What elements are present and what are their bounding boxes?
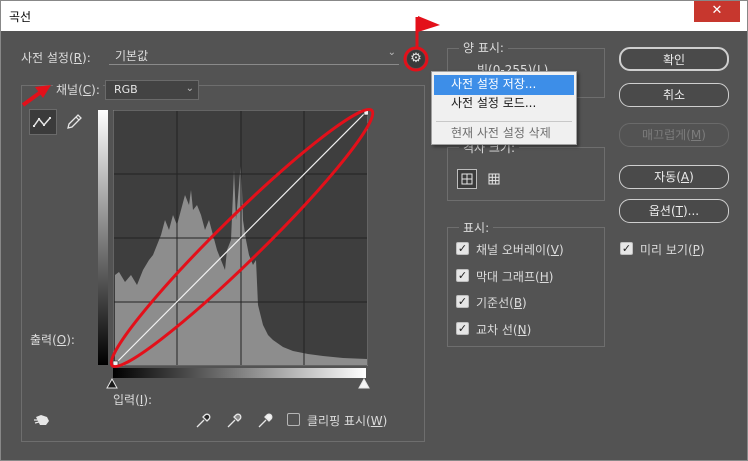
options-button[interactable]: 옵션(T)... (619, 199, 729, 223)
curve-point-tool-button[interactable] (29, 109, 57, 135)
menu-item-load-preset[interactable]: 사전 설정 로드... (434, 94, 574, 114)
smooth-button[interactable]: 매끄럽게(M) (619, 123, 729, 147)
black-eyedropper-icon[interactable] (193, 411, 215, 431)
output-gradient-bar (98, 110, 108, 365)
close-button[interactable]: ✕ (694, 1, 740, 22)
menu-separator (436, 121, 572, 122)
menu-item-delete-preset[interactable]: 현재 사전 설정 삭제 (434, 124, 574, 144)
pencil-icon (67, 114, 82, 129)
intersection-line-checkbox[interactable]: ✓ (456, 322, 469, 335)
ok-button[interactable]: 확인 (619, 47, 729, 71)
preset-select[interactable]: 기본값 ⌄ (109, 46, 399, 65)
title-bar[interactable]: 곡선 ✕ (1, 1, 747, 31)
baseline-checkbox[interactable]: ✓ (456, 295, 469, 308)
clipping-checkbox[interactable] (287, 413, 300, 426)
baseline-label: 기준선(B) (476, 296, 527, 310)
black-point-handle[interactable] (112, 360, 119, 367)
gray-eyedropper-icon[interactable] (224, 411, 246, 431)
pencil-tool-button[interactable] (61, 109, 89, 135)
curves-dialog: 곡선 ✕ 사전 설정(R): 기본값 ⌄ ⚙ 채널(C): RGB ⌄ 출력(O… (0, 0, 748, 461)
intersection-line-label: 교차 선(N) (476, 323, 532, 337)
white-slider-icon[interactable] (357, 378, 371, 390)
close-icon: ✕ (711, 3, 723, 18)
white-eyedropper-icon[interactable] (255, 411, 277, 431)
channel-overlay-label: 채널 오버레이(V) (476, 243, 564, 257)
input-label: 입력(I): (113, 393, 153, 407)
chevron-down-icon: ⌄ (387, 47, 396, 58)
histogram-label: 막대 그래프(H) (476, 270, 554, 284)
output-label: 출력(O): (30, 333, 75, 347)
chevron-down-icon: ⌄ (185, 83, 194, 94)
simple-grid-icon[interactable] (457, 169, 477, 189)
clipping-label: 클리핑 표시(W) (307, 414, 388, 428)
preview-label: 미리 보기(P) (640, 243, 705, 257)
cancel-button[interactable]: 취소 (619, 83, 729, 107)
histogram-checkbox[interactable]: ✓ (456, 269, 469, 282)
display-legend: 표시: (459, 219, 494, 236)
on-image-adjust-icon[interactable] (32, 411, 54, 429)
detailed-grid-icon[interactable] (484, 169, 504, 189)
amount-legend: 양 표시: (459, 39, 508, 56)
preset-label: 사전 설정(R): (21, 51, 91, 65)
input-gradient-bar (113, 368, 366, 378)
gear-icon[interactable]: ⚙ (407, 50, 425, 68)
menu-item-save-preset[interactable]: 사전 설정 저장... (434, 75, 574, 95)
window-title: 곡선 (9, 10, 32, 24)
channel-select[interactable]: RGB ⌄ (105, 80, 199, 100)
channel-label: 채널(C): (53, 81, 103, 98)
channel-value: RGB (114, 83, 138, 96)
channel-overlay-checkbox[interactable]: ✓ (456, 242, 469, 255)
white-point-handle[interactable] (363, 109, 370, 116)
black-slider-icon[interactable] (105, 378, 119, 390)
curve-graph[interactable] (112, 109, 370, 367)
preview-checkbox[interactable]: ✓ (620, 242, 633, 255)
auto-button[interactable]: 자동(A) (619, 165, 729, 189)
curve-point-tool-icon (33, 117, 51, 127)
preset-value: 기본값 (115, 49, 149, 63)
preset-context-menu: 사전 설정 저장... 사전 설정 로드... 현재 사전 설정 삭제 (431, 71, 577, 145)
